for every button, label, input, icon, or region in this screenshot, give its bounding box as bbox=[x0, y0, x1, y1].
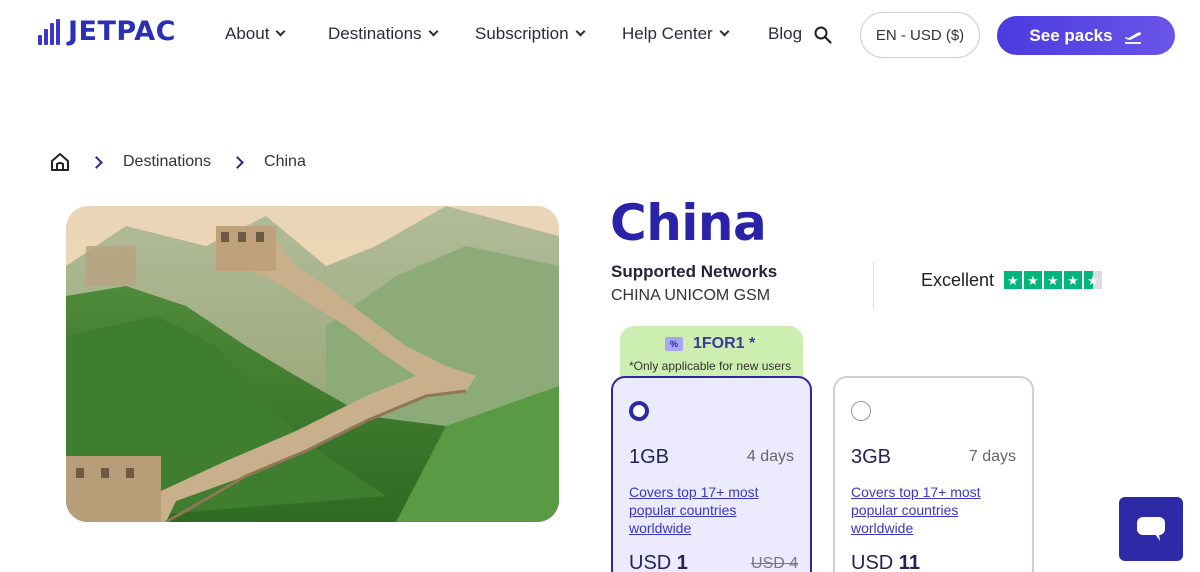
breadcrumb: Destinations China bbox=[50, 150, 306, 174]
rating-label: Excellent bbox=[921, 270, 995, 290]
plan-coverage-link[interactable]: Covers top 17+ most popular countries wo… bbox=[851, 483, 1021, 537]
plan-radio[interactable] bbox=[851, 401, 871, 421]
promo-note: *Only applicable for new users bbox=[629, 359, 792, 373]
plan-old-price: USD 4 bbox=[751, 555, 799, 572]
plan-size: 1GB bbox=[629, 446, 670, 468]
logo-text: JETPAC bbox=[68, 16, 176, 47]
plan-coverage-link[interactable]: Covers top 17+ most popular countries wo… bbox=[629, 483, 799, 537]
info-divider bbox=[873, 262, 874, 308]
logo[interactable]: JETPAC bbox=[38, 16, 176, 47]
chevron-right-icon bbox=[90, 155, 103, 169]
breadcrumb-current: China bbox=[264, 153, 306, 170]
star-icon: ★ bbox=[1004, 271, 1022, 289]
plane-takeoff-icon bbox=[1124, 31, 1141, 44]
supported-networks-label: Supported Networks bbox=[611, 262, 778, 281]
nav-about-label: About bbox=[225, 24, 270, 43]
ticket-icon: % bbox=[665, 337, 683, 351]
nav-subscription-label: Subscription bbox=[475, 24, 569, 43]
breadcrumb-destinations[interactable]: Destinations bbox=[123, 153, 211, 171]
nav-about[interactable]: About bbox=[225, 24, 286, 44]
home-icon[interactable] bbox=[50, 152, 70, 172]
see-packs-button[interactable]: See packs bbox=[997, 16, 1175, 55]
plan-card-1gb[interactable]: 1GB 4 days Covers top 17+ most popular c… bbox=[611, 376, 812, 572]
see-packs-label: See packs bbox=[1029, 25, 1113, 45]
nav-destinations-label: Destinations bbox=[328, 24, 422, 43]
chat-button[interactable] bbox=[1119, 497, 1183, 561]
plan-card-3gb[interactable]: 3GB 7 days Covers top 17+ most popular c… bbox=[833, 376, 1034, 572]
nav-blog-label: Blog bbox=[768, 24, 803, 43]
trustpilot-rating[interactable]: ★ ★ ★ ★ ★ bbox=[1004, 271, 1102, 289]
plan-days: 4 days bbox=[746, 448, 794, 465]
nav-help-center-label: Help Center bbox=[622, 24, 713, 43]
chevron-down-icon bbox=[275, 26, 286, 37]
chat-bubble-icon bbox=[1137, 517, 1165, 541]
logo-bars-icon bbox=[38, 17, 62, 47]
plan-radio-selected[interactable] bbox=[629, 401, 649, 421]
price-currency: USD bbox=[629, 552, 672, 572]
language-currency-label: EN - USD ($) bbox=[875, 26, 965, 44]
chevron-right-icon bbox=[231, 155, 244, 169]
price-amount: 1 bbox=[676, 552, 688, 572]
chevron-down-icon bbox=[719, 26, 730, 37]
promo-banner: % 1FOR1 * *Only applicable for new users bbox=[620, 326, 803, 380]
half-star-icon: ★ bbox=[1084, 271, 1102, 289]
nav-destinations[interactable]: Destinations bbox=[328, 24, 439, 44]
plan-size: 3GB bbox=[851, 446, 892, 468]
search-icon[interactable] bbox=[814, 26, 832, 44]
language-currency-button[interactable]: EN - USD ($) bbox=[860, 12, 980, 58]
great-wall-photo bbox=[66, 206, 559, 522]
star-icon: ★ bbox=[1024, 271, 1042, 289]
country-title: China bbox=[610, 194, 767, 252]
nav-subscription[interactable]: Subscription bbox=[475, 24, 586, 44]
chevron-down-icon bbox=[575, 26, 586, 37]
star-icon: ★ bbox=[1044, 271, 1062, 289]
promo-code[interactable]: % 1FOR1 * bbox=[665, 335, 755, 353]
chevron-down-icon bbox=[428, 26, 439, 37]
plan-price: USD 1 bbox=[629, 552, 688, 572]
star-icon: ★ bbox=[1064, 271, 1082, 289]
plan-price: USD 11 bbox=[851, 552, 920, 572]
price-currency: USD bbox=[851, 552, 894, 572]
nav-blog[interactable]: Blog bbox=[768, 24, 802, 44]
supported-networks-value: CHINA UNICOM GSM bbox=[611, 287, 771, 304]
nav-help-center[interactable]: Help Center bbox=[622, 24, 730, 44]
site-header: JETPAC About Destinations Subscription H… bbox=[0, 0, 1200, 72]
promo-code-text: 1FOR1 * bbox=[693, 335, 756, 352]
plan-days: 7 days bbox=[968, 448, 1016, 465]
price-amount: 11 bbox=[898, 552, 920, 572]
